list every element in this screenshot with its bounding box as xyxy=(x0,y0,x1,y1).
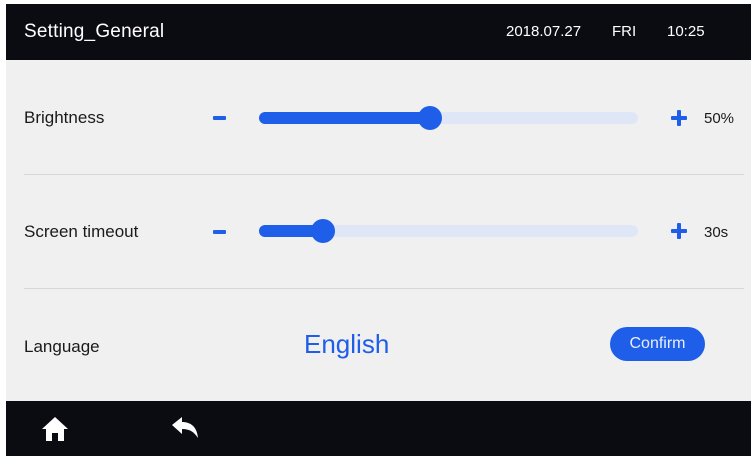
back-button[interactable] xyxy=(169,414,201,444)
bottom-bar xyxy=(6,401,751,456)
top-bar: Setting_General 2018.07.27 FRI 10:25 xyxy=(6,4,751,60)
brightness-decrease-button[interactable] xyxy=(212,110,228,126)
screen-timeout-label: Screen timeout xyxy=(24,222,139,241)
back-arrow-icon xyxy=(172,417,198,438)
divider xyxy=(24,174,744,175)
brightness-increase-button[interactable] xyxy=(670,109,688,127)
divider xyxy=(24,288,744,289)
home-button[interactable] xyxy=(40,414,70,444)
screen-timeout-increase-button[interactable] xyxy=(670,222,688,240)
brightness-slider-thumb[interactable] xyxy=(418,106,442,130)
weekday-display: FRI xyxy=(612,23,637,40)
language-label: Language xyxy=(24,337,100,356)
date-display: 2018.07.27 xyxy=(506,23,582,40)
page-title: Setting_General xyxy=(24,21,165,42)
home-icon xyxy=(42,417,68,441)
screen-timeout-decrease-button[interactable] xyxy=(212,224,228,240)
settings-screen: Setting_General 2018.07.27 FRI 10:25 Bri… xyxy=(6,4,751,456)
brightness-label: Brightness xyxy=(24,108,105,127)
screen-timeout-value: 30s xyxy=(704,224,729,241)
brightness-value: 50% xyxy=(704,110,735,127)
clock-display: 10:25 xyxy=(667,23,705,40)
brightness-slider[interactable] xyxy=(259,106,638,130)
screen-timeout-slider-thumb[interactable] xyxy=(311,219,335,243)
language-selector[interactable]: English xyxy=(304,329,389,360)
confirm-button[interactable]: Confirm xyxy=(610,327,705,361)
brightness-slider-fill xyxy=(259,112,430,124)
screen-timeout-slider[interactable] xyxy=(259,219,638,243)
